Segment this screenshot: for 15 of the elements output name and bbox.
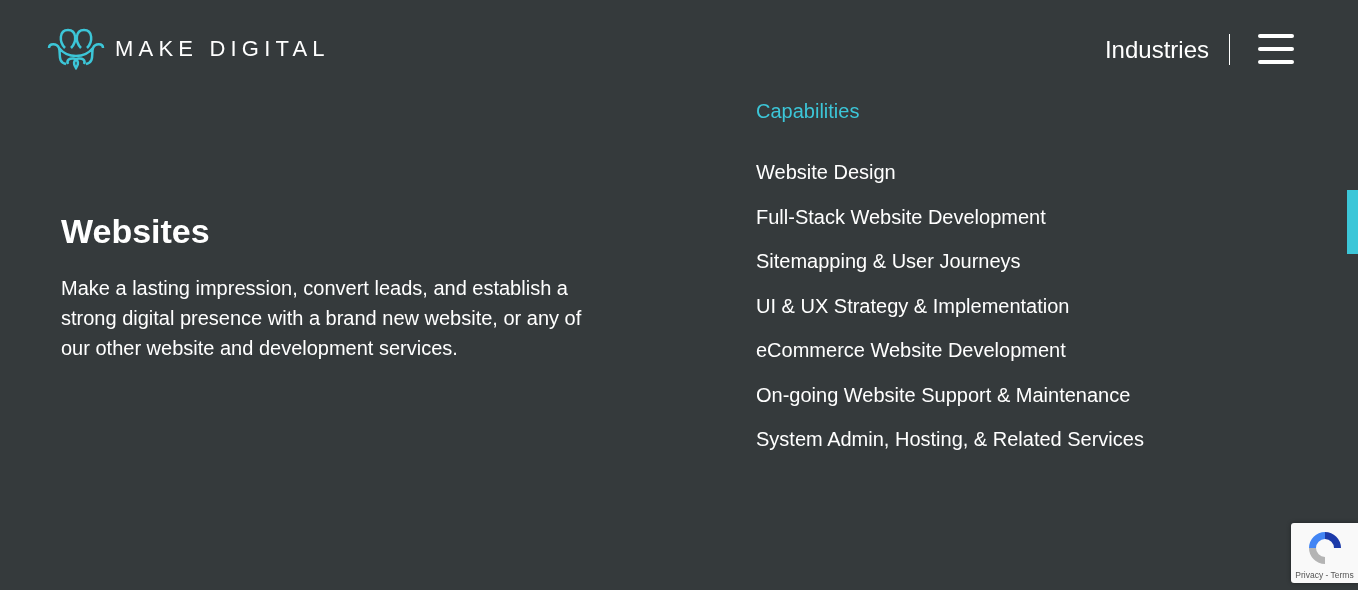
capability-link[interactable]: eCommerce Website Development — [756, 339, 1144, 384]
capability-link[interactable]: System Admin, Hosting, & Related Services — [756, 428, 1144, 473]
capability-link[interactable]: Sitemapping & User Journeys — [756, 250, 1144, 295]
capability-link[interactable]: Full-Stack Website Development — [756, 205, 1144, 250]
section-description: Make a lasting impression, convert leads, and establish a strong digital presence with a brand new website, or any of our other website and development services. — [61, 276, 583, 361]
recaptcha-links[interactable]: Privacy - Terms — [1295, 570, 1354, 580]
capability-link[interactable]: Website Design — [756, 161, 1144, 206]
section-title: Websites — [61, 212, 211, 251]
capability-link[interactable]: On-going Website Support & Maintenance — [756, 383, 1144, 428]
logo-icon — [45, 26, 107, 72]
menu-button[interactable] — [1258, 34, 1294, 64]
capability-link[interactable]: UI & UX Strategy & Implementation — [756, 294, 1144, 339]
nav-link[interactable]: Industries — [1104, 33, 1230, 65]
logo-text: MAKE DIGITAL — [115, 36, 330, 62]
capabilities-heading[interactable]: Capabilities — [756, 100, 1144, 123]
